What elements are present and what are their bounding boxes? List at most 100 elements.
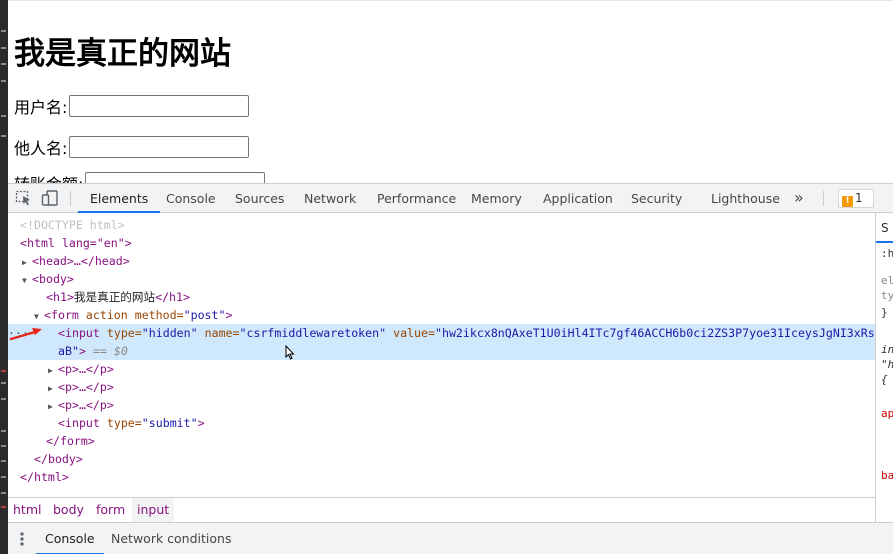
submit-tag: <input — [58, 416, 100, 430]
kebab-menu-icon[interactable] — [20, 531, 24, 547]
dom-node-p-2[interactable]: ▶ <p>…</p> — [48, 378, 114, 396]
input-name-value: "csrfmiddlewaretoken" — [239, 326, 387, 340]
dom-node-body[interactable]: ▼ <body> — [22, 270, 74, 288]
head-collapsed-tag: <head>…</head> — [32, 254, 130, 268]
form-close-tag: </form> — [46, 434, 95, 448]
tab-console[interactable]: Console — [166, 184, 216, 212]
form-attrs: action method= — [78, 308, 184, 322]
dom-node-h1[interactable]: <h1>我是真正的网站</h1> — [46, 288, 190, 306]
input-tag: <input — [58, 326, 100, 340]
styles-side-pane[interactable]: S :h el ty } in "h { ap ba — [875, 213, 893, 526]
issues-badge[interactable]: ! 1 — [838, 189, 874, 208]
other-name-label: 他人名: — [14, 139, 68, 158]
html-open-tag: <html lang="en"> — [20, 236, 132, 250]
html-close-tag: </html> — [20, 470, 69, 484]
username-label: 用户名: — [14, 98, 68, 117]
left-window-strip — [0, 0, 8, 554]
side-pane-line: ap — [881, 407, 893, 420]
toolbar-divider — [70, 191, 71, 206]
tab-memory[interactable]: Memory — [471, 184, 522, 212]
tab-elements[interactable]: Elements — [77, 184, 161, 213]
dom-node-hidden-input-selected[interactable]: ··· <input type="hidden" name="csrfmiddl… — [8, 324, 875, 360]
tab-performance[interactable]: Performance — [377, 184, 456, 212]
dom-node-p-3[interactable]: ▶ <p>…</p> — [48, 396, 114, 414]
p-collapsed-tag: <p>…</p> — [58, 362, 114, 376]
dom-node-html-close[interactable]: </html> — [20, 468, 69, 486]
h1-text: 我是真正的网站 — [73, 290, 156, 304]
mouse-cursor-icon — [285, 344, 295, 365]
collapse-triangle-icon[interactable]: ▼ — [22, 272, 32, 290]
breadcrumb-html[interactable]: html — [8, 498, 46, 522]
tab-application[interactable]: Application — [543, 184, 613, 212]
input-name-attr: name= — [197, 326, 240, 340]
dom-node-p-1[interactable]: ▶ <p>…</p> — [48, 360, 114, 378]
dom-node-form-close[interactable]: </form> — [46, 432, 95, 450]
more-tabs-button[interactable]: » — [794, 184, 804, 212]
breadcrumb-input[interactable]: input — [132, 498, 175, 522]
input-tag-end: > — [78, 344, 86, 358]
amount-label: 转账金额: — [14, 171, 83, 183]
amount-row: 转账金额: — [14, 171, 266, 183]
tab-sources[interactable]: Sources — [235, 184, 284, 212]
styles-tab-label[interactable]: S — [881, 221, 889, 235]
form-method-value: "post" — [183, 308, 226, 322]
form-tag: <form — [44, 308, 79, 322]
expand-triangle-icon[interactable]: ▶ — [48, 398, 58, 416]
username-input[interactable] — [69, 95, 250, 117]
devtools-drawer: Console Network conditions — [8, 522, 893, 554]
username-row: 用户名: — [14, 94, 250, 118]
other-name-input[interactable] — [69, 136, 250, 158]
dom-node-doctype[interactable]: <!DOCTYPE html> — [20, 216, 125, 234]
dom-node-html[interactable]: <html lang="en"> — [20, 234, 132, 252]
amount-input[interactable] — [85, 172, 266, 183]
device-toolbar-icon[interactable] — [41, 190, 59, 206]
warning-icon: ! — [842, 196, 853, 207]
side-pane-line: } — [881, 306, 888, 319]
dom-node-body-close[interactable]: </body> — [34, 450, 83, 468]
p-collapsed-tag: <p>…</p> — [58, 380, 114, 394]
issues-count: 1 — [855, 191, 863, 205]
drawer-tab-network-conditions[interactable]: Network conditions — [111, 523, 231, 554]
input-type-value: "hidden" — [141, 326, 198, 340]
input-type-attr: type= — [99, 326, 142, 340]
selected-node-marker: == $0 — [85, 344, 128, 358]
devtools-tabbar: Elements Console Sources Network Perform… — [8, 184, 893, 213]
p-collapsed-tag: <p>…</p> — [58, 398, 114, 412]
side-pane-line: in — [881, 343, 893, 356]
tab-network[interactable]: Network — [304, 184, 356, 212]
input-value-value: "hw2ikcx8nQAxeT1U0iHl4ITc7gf46ACCH6b0ci2… — [434, 326, 875, 340]
page-heading: 我是真正的网站 — [14, 36, 231, 72]
side-pane-line: el — [881, 274, 893, 287]
tab-security[interactable]: Security — [631, 184, 682, 212]
form-tag-end: > — [225, 308, 233, 322]
input-value-value-cont: aB" — [58, 344, 79, 358]
h1-close-tag: </h1> — [155, 290, 190, 304]
side-pane-line: "h — [881, 358, 893, 371]
tab-lighthouse[interactable]: Lighthouse — [711, 184, 780, 212]
submit-type-attr: type= — [99, 416, 142, 430]
breadcrumb-body[interactable]: body — [48, 498, 89, 522]
side-pane-line: ba — [881, 469, 893, 482]
other-name-row: 他人名: — [14, 135, 250, 159]
drawer-tab-console[interactable]: Console — [36, 523, 104, 554]
submit-type-value: "submit" — [141, 416, 198, 430]
body-open-tag: <body> — [32, 272, 74, 286]
breadcrumb: html body form input — [8, 497, 875, 522]
dom-node-form[interactable]: ▼ <form action method="post"> — [34, 306, 232, 324]
body-close-tag: </body> — [34, 452, 83, 466]
dom-node-head[interactable]: ▶ <head>…</head> — [22, 252, 130, 270]
side-pane-line: ty — [881, 289, 893, 302]
page-preview: 我是真正的网站 用户名: 他人名: 转账金额: — [8, 0, 893, 183]
dom-node-submit-input[interactable]: <input type="submit"> — [58, 414, 205, 432]
side-pane-line: { — [881, 373, 888, 386]
inspect-element-icon[interactable] — [15, 190, 33, 206]
submit-tag-end: > — [197, 416, 205, 430]
devtools-panel: Elements Console Sources Network Perform… — [8, 183, 893, 554]
side-pane-line: :h — [881, 247, 893, 260]
h1-open-tag: <h1> — [46, 290, 74, 304]
input-value-attr: value= — [386, 326, 435, 340]
styles-tab-underline — [876, 241, 893, 243]
breadcrumb-form[interactable]: form — [91, 498, 130, 522]
elements-dom-tree[interactable]: <!DOCTYPE html> <html lang="en"> ▶ <head>… — [8, 213, 875, 497]
red-arrow-icon — [8, 324, 46, 346]
